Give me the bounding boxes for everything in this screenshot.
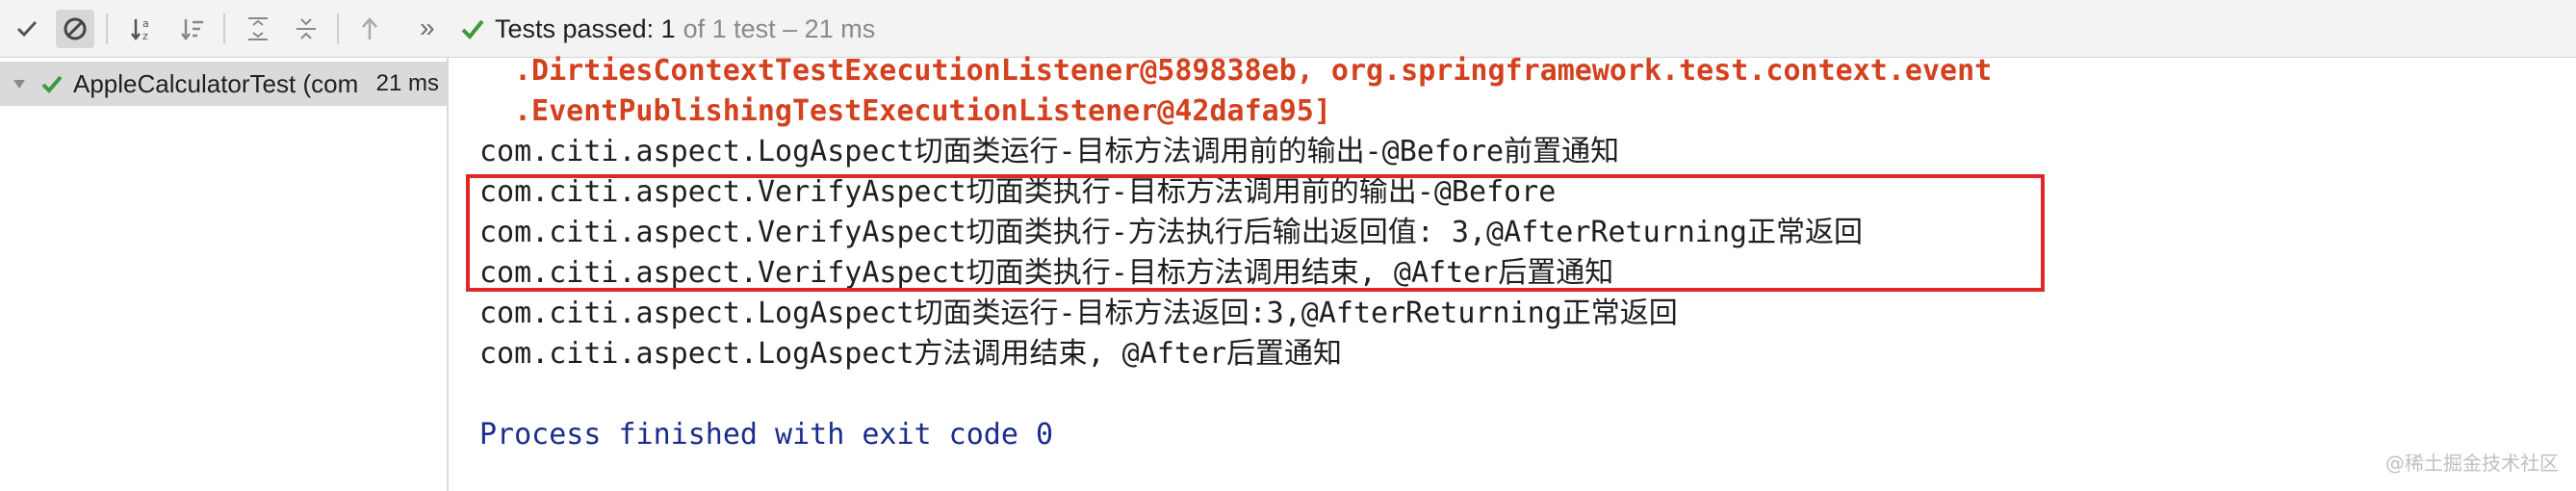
- collapse-all-button[interactable]: [287, 10, 325, 48]
- test-tree-panel: AppleCalculatorTest (com 21 ms: [0, 58, 449, 491]
- pass-check-icon: [41, 75, 63, 93]
- test-duration: 21 ms: [375, 70, 439, 96]
- console-line: com.citi.aspect.LogAspect方法调用结束, @After后…: [479, 337, 1343, 371]
- more-actions-chevron[interactable]: »: [420, 12, 435, 44]
- test-class-name: AppleCalculatorTest (com: [73, 68, 359, 98]
- expand-arrow-icon[interactable]: [12, 76, 27, 91]
- show-ignored-button[interactable]: [56, 10, 94, 48]
- test-runner-toolbar: az » Tests passed: 1 of 1 test – 21 ms: [0, 0, 2576, 58]
- console-line-error: .EventPublishingTestExecutionListener@42…: [514, 94, 1331, 128]
- console-output[interactable]: .DirtiesContextTestExecutionListener@589…: [449, 54, 2576, 491]
- test-tree-item[interactable]: AppleCalculatorTest (com 21 ms: [0, 62, 447, 106]
- status-detail-text: of 1 test – 21 ms: [683, 13, 876, 43]
- ignored-filter-icon: [64, 17, 87, 40]
- watermark: @稀土掘金技术社区: [2385, 452, 2559, 475]
- checkmark-icon: [16, 20, 38, 38]
- process-exit-line: Process finished with exit code 0: [479, 418, 1054, 452]
- expand-all-button[interactable]: [239, 10, 277, 48]
- sort-alphabetically-button[interactable]: az: [123, 10, 162, 48]
- sort-alpha-icon: az: [131, 17, 149, 42]
- test-status: Tests passed: 1 of 1 test – 21 ms: [460, 0, 875, 58]
- show-passed-button[interactable]: [8, 10, 46, 48]
- status-main-text: Tests passed: 1: [495, 13, 676, 43]
- previous-failed-test-button[interactable]: [350, 10, 389, 48]
- collapse-all-icon: [296, 18, 316, 39]
- svg-text:z: z: [142, 30, 148, 42]
- console-line: com.citi.aspect.LogAspect切面类运行-目标方法返回:3,…: [479, 297, 1678, 330]
- sort-duration-icon: [181, 19, 203, 41]
- pass-check-icon: [461, 19, 484, 39]
- console-line-error: .DirtiesContextTestExecutionListener@589…: [514, 54, 1993, 88]
- console-line: com.citi.aspect.LogAspect切面类运行-目标方法调用前的输…: [479, 135, 1620, 168]
- svg-text:a: a: [142, 17, 149, 30]
- sort-by-duration-button[interactable]: [173, 10, 212, 48]
- previous-failed-icon: [362, 17, 377, 39]
- expand-all-icon: [248, 17, 268, 40]
- highlight-box: [466, 174, 2045, 292]
